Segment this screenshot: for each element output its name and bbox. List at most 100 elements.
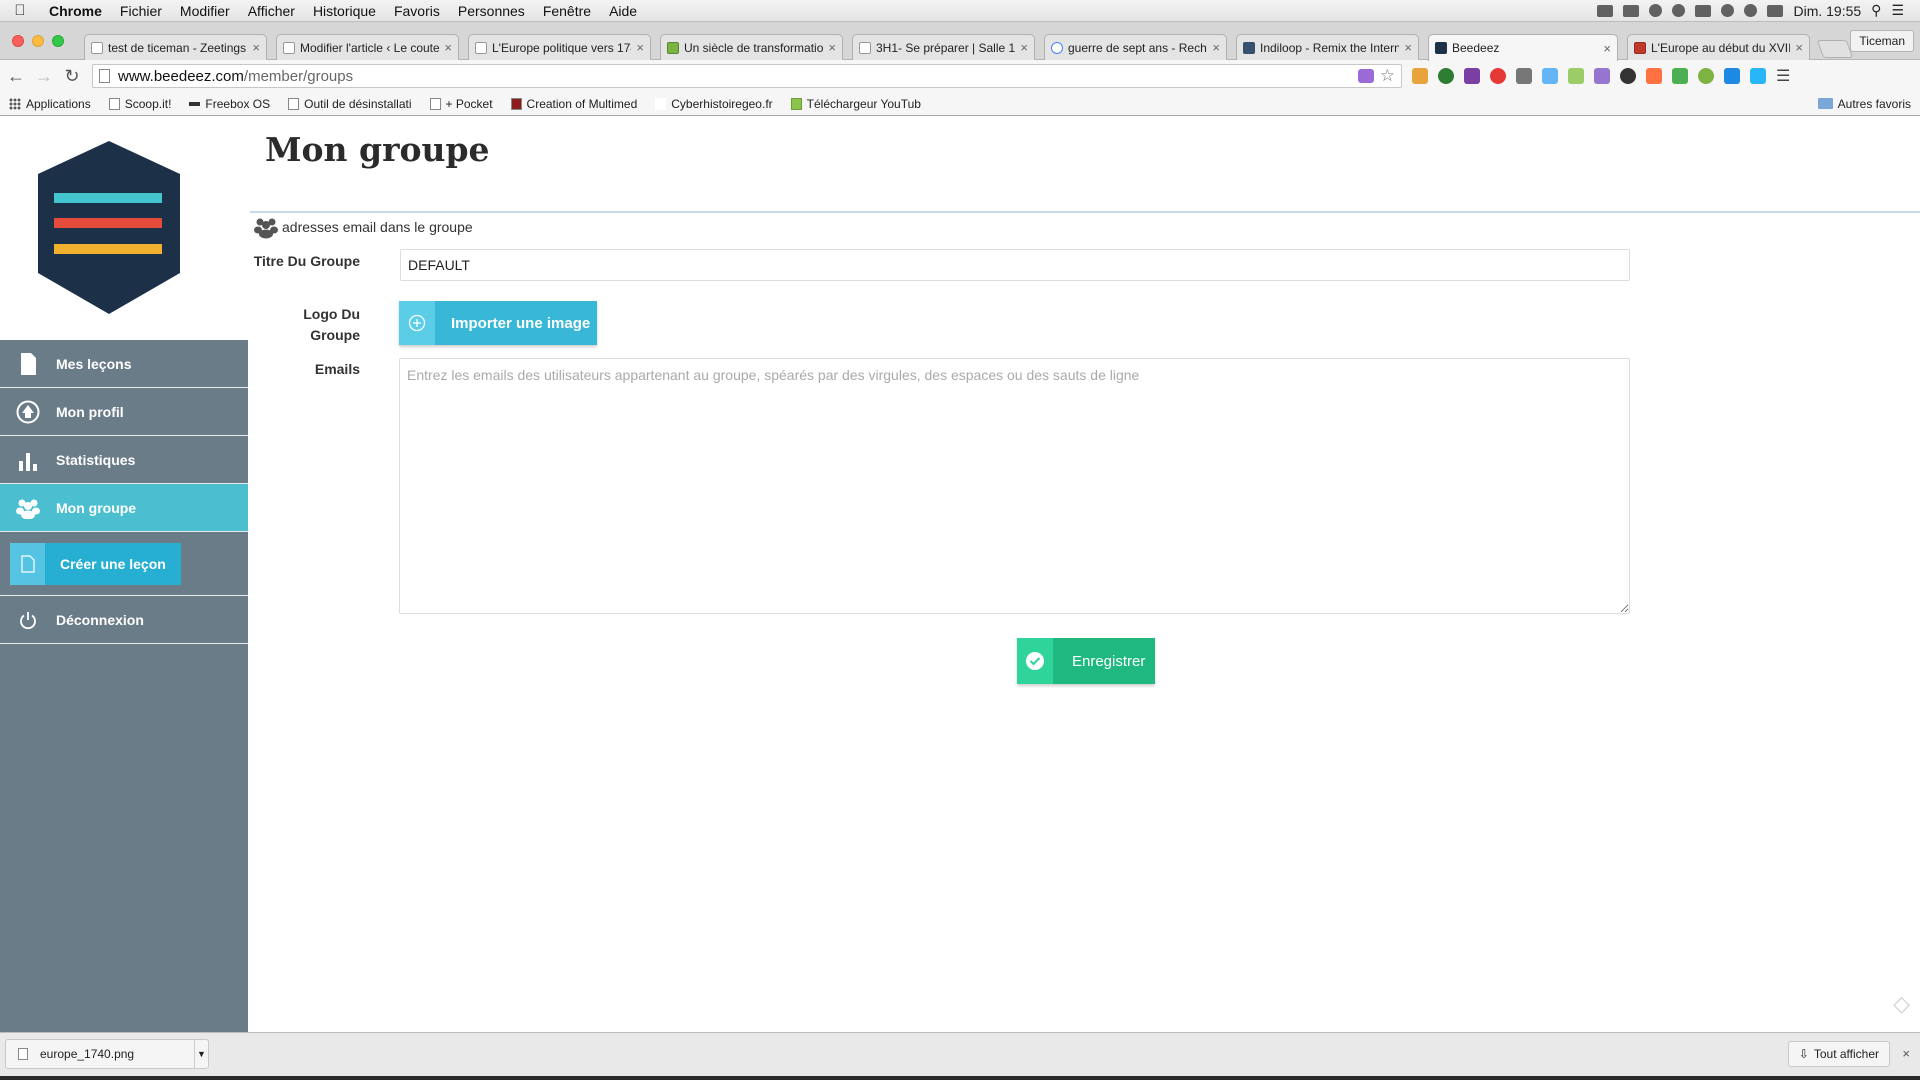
volume-icon[interactable] xyxy=(1767,4,1784,17)
clock[interactable]: Dim. 19:55 xyxy=(1793,3,1861,19)
create-lesson-button[interactable]: Créer une leçon xyxy=(10,542,181,585)
group-title-input[interactable] xyxy=(400,249,1630,281)
menu-historique[interactable]: Historique xyxy=(304,3,385,19)
camera-icon[interactable] xyxy=(1542,68,1558,84)
logo[interactable] xyxy=(0,117,248,340)
tab-indiloop[interactable]: Indiloop - Remix the Interne × xyxy=(1236,34,1419,60)
notification-center-icon[interactable]: ☰ xyxy=(1891,2,1904,19)
extension-icon[interactable] xyxy=(1698,68,1714,84)
back-icon[interactable]: ← xyxy=(4,66,28,87)
tab-close-icon[interactable]: × xyxy=(444,40,452,55)
extension-icon[interactable] xyxy=(1568,68,1584,84)
bookmark-youtube[interactable]: Téléchargeur YouTub xyxy=(782,97,930,111)
close-icon[interactable]: × xyxy=(1902,1046,1910,1061)
bookmark-applications[interactable]: Applications xyxy=(0,97,100,111)
extension-icon[interactable] xyxy=(1438,68,1454,84)
tab-zeetings[interactable]: test de ticeman - Zeetings × xyxy=(84,34,267,60)
apple-icon[interactable]:  xyxy=(0,2,40,19)
tab-se-preparer[interactable]: 3H1- Se préparer | Salle 112 × xyxy=(852,34,1035,60)
extension-icon[interactable] xyxy=(1516,68,1532,84)
dropbox-icon[interactable] xyxy=(1597,4,1614,17)
extension-icon[interactable] xyxy=(1724,68,1740,84)
tab-beedeez[interactable]: Beedeez × xyxy=(1428,34,1618,61)
tab-close-icon[interactable]: × xyxy=(252,40,260,55)
sidebar-item-statistiques[interactable]: Statistiques xyxy=(0,436,248,484)
chevron-down-icon[interactable]: ▼ xyxy=(194,1040,208,1068)
time-machine-icon[interactable] xyxy=(1721,4,1735,17)
menu-afficher[interactable]: Afficher xyxy=(239,3,304,19)
reload-icon[interactable]: ↻ xyxy=(60,66,84,87)
sidebar-item-mes-lecons[interactable]: Mes leçons xyxy=(0,340,248,388)
pen-icon[interactable] xyxy=(1594,68,1610,84)
download-item[interactable]: europe_1740.png ▼ xyxy=(5,1039,209,1069)
menu-app[interactable]: Chrome xyxy=(40,3,111,19)
chrome-menu-icon[interactable]: ☰ xyxy=(1776,66,1790,86)
extension-icon[interactable] xyxy=(1412,68,1428,84)
cloud-icon[interactable] xyxy=(1672,4,1686,17)
menu-fichier[interactable]: Fichier xyxy=(111,3,171,19)
bookmark-cyberhistoiregeo[interactable]: Cyberhistoiregeo.fr xyxy=(646,97,781,111)
tab-guerre-sept-ans[interactable]: guerre de sept ans - Recher × xyxy=(1044,34,1227,60)
bookmark-multimedia[interactable]: Creation of Multimed xyxy=(502,97,647,111)
extension-icon[interactable] xyxy=(1357,69,1374,83)
web-page: Mes leçons Mon profil Statistiques Mon g… xyxy=(0,117,1920,1032)
spotlight-icon[interactable]: ⚲ xyxy=(1871,2,1881,19)
wifi-icon[interactable] xyxy=(1744,4,1758,17)
extension-icon[interactable] xyxy=(1646,68,1662,84)
page-header: Mon groupe xyxy=(250,117,1920,213)
extension-icon[interactable] xyxy=(1620,68,1636,84)
minimize-window-button[interactable] xyxy=(32,35,44,47)
tab-close-icon[interactable]: × xyxy=(1795,40,1803,55)
tab-europe-debut[interactable]: L'Europe au début du XVIIIe × xyxy=(1627,34,1810,60)
screen-icon[interactable] xyxy=(1695,4,1712,17)
window-controls xyxy=(12,35,64,47)
new-tab-button[interactable] xyxy=(1816,40,1854,58)
menu-personnes[interactable]: Personnes xyxy=(449,3,534,19)
menu-fenetre[interactable]: Fenêtre xyxy=(534,3,600,19)
sidebar-item-mon-profil[interactable]: Mon profil xyxy=(0,388,248,436)
create-lesson-label: Créer une leçon xyxy=(60,555,166,572)
close-window-button[interactable] xyxy=(12,35,24,47)
emails-textarea[interactable] xyxy=(399,358,1630,614)
bookmark-pocket[interactable]: + Pocket xyxy=(421,97,502,111)
google-icon xyxy=(1051,41,1063,54)
favicon-icon xyxy=(475,41,487,54)
import-image-button[interactable]: Importer une image xyxy=(399,301,597,345)
save-button[interactable]: Enregistrer xyxy=(1017,638,1155,684)
tab-europe-politique[interactable]: L'Europe politique vers 1740 × xyxy=(468,34,651,60)
bookmark-scoopit[interactable]: Scoop.it! xyxy=(100,97,181,111)
onenote-icon[interactable] xyxy=(1464,68,1480,84)
sync-icon[interactable] xyxy=(1649,4,1663,17)
tab-close-icon[interactable]: × xyxy=(636,40,644,55)
tab-close-icon[interactable]: × xyxy=(1212,40,1220,55)
tag-icon[interactable]: ◇ xyxy=(1893,991,1910,1017)
tab-close-icon[interactable]: × xyxy=(1603,41,1611,56)
bookmark-outil[interactable]: Outil de désinstallati xyxy=(279,97,420,111)
zoom-window-button[interactable] xyxy=(52,35,64,47)
menu-aide[interactable]: Aide xyxy=(600,3,646,19)
profile-icon xyxy=(0,400,56,424)
tab-close-icon[interactable]: × xyxy=(828,40,836,55)
bookmark-star-icon[interactable]: ☆ xyxy=(1380,66,1395,86)
address-bar[interactable]: www.beedeez.com/member/groups ☆ xyxy=(92,64,1402,88)
extension-icon[interactable] xyxy=(1490,68,1506,84)
sidebar-item-deconnexion[interactable]: Déconnexion xyxy=(0,596,248,644)
tab-close-icon[interactable]: × xyxy=(1020,40,1028,55)
logo-label: Logo Du Groupe xyxy=(303,306,360,343)
sidebar-item-mon-groupe[interactable]: Mon groupe xyxy=(0,484,248,532)
bookmark-other[interactable]: Autres favoris xyxy=(1809,97,1920,111)
extension-icon[interactable] xyxy=(1750,68,1766,84)
bookmark-freebox[interactable]: Freebox OS xyxy=(180,97,279,111)
tab-siecle-transformations[interactable]: Un siècle de transformations × xyxy=(660,34,843,60)
tab-modifier-article[interactable]: Modifier l'article ‹ Le coutela × xyxy=(276,34,459,60)
download-shelf: europe_1740.png ▼ ⇩ Tout afficher × xyxy=(0,1032,1920,1076)
menu-favoris[interactable]: Favoris xyxy=(385,3,449,19)
favicon-icon xyxy=(1634,41,1646,54)
forward-icon[interactable]: → xyxy=(32,66,56,87)
show-all-downloads-button[interactable]: ⇩ Tout afficher xyxy=(1787,1041,1890,1067)
menu-modifier[interactable]: Modifier xyxy=(171,3,239,19)
adobe-icon[interactable] xyxy=(1623,4,1640,17)
profile-button[interactable]: Ticeman xyxy=(1850,30,1914,52)
extension-icon[interactable] xyxy=(1672,68,1688,84)
tab-close-icon[interactable]: × xyxy=(1404,40,1412,55)
